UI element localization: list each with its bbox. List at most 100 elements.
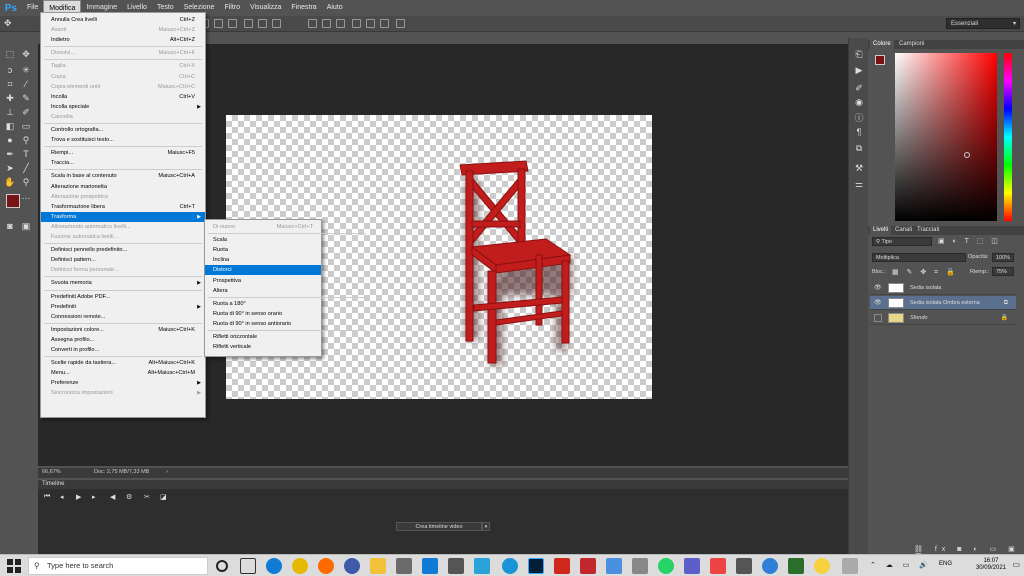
magic-wand-icon[interactable]: ✳ — [20, 64, 32, 76]
chevron-down-icon[interactable]: ▾ — [482, 522, 490, 531]
chrome-icon[interactable] — [292, 558, 308, 574]
menu-visualizza[interactable]: Visualizza — [245, 0, 286, 16]
menu-item[interactable]: Indietro Alt+Ctrl+Z — [41, 35, 205, 45]
chevron-right-icon[interactable]: › — [166, 469, 168, 475]
menu-item[interactable]: Predefiniti Adobe PDF... — [41, 292, 205, 302]
timeline-tab[interactable]: Timeline — [38, 480, 848, 489]
menu-item[interactable]: Scala in base al contenuto Maiusc+Ctrl+A — [41, 171, 205, 181]
skype-icon[interactable] — [502, 558, 518, 574]
app-icon[interactable] — [762, 558, 778, 574]
menu-item[interactable]: Trasformazione libera Ctrl+T — [41, 202, 205, 212]
hue-slider[interactable] — [1004, 53, 1012, 221]
layer-row[interactable]: 👁 Sedia isolata — [870, 281, 1016, 295]
color-picker-icon[interactable]: ✐ — [853, 82, 865, 94]
menu-item[interactable]: Altera — [205, 286, 321, 296]
type-tool-icon[interactable]: T — [20, 148, 32, 160]
settings-icon[interactable]: ⚙ — [126, 493, 132, 501]
crop-tool-icon[interactable]: ⌗ — [4, 78, 16, 90]
tool-presets-icon[interactable]: ⚒ — [853, 162, 865, 174]
menu-aiuto[interactable]: Aiuto — [322, 0, 348, 16]
blur-tool-icon[interactable]: ● — [4, 134, 16, 146]
menu-item[interactable]: Ruota di 90° in senso antiorario — [205, 319, 321, 329]
path-selection-icon[interactable]: ➤ — [4, 162, 16, 174]
healing-brush-icon[interactable]: ✚ — [4, 92, 16, 104]
foreground-color-swatch[interactable] — [875, 55, 885, 65]
menu-item[interactable]: Svuota memoria ▶ — [41, 278, 205, 288]
calculator-icon[interactable] — [606, 558, 622, 574]
acrobat-icon[interactable] — [554, 558, 570, 574]
eyedropper-icon[interactable]: ⁄ — [20, 78, 32, 90]
align-hcenter-icon[interactable] — [258, 19, 267, 28]
distribute-vcenter-icon[interactable] — [322, 19, 331, 28]
menu-item[interactable]: Trova e sostituisci testo... — [41, 135, 205, 145]
file-explorer-icon[interactable] — [370, 558, 386, 574]
line-tool-icon[interactable]: ╱ — [20, 162, 32, 174]
color-picker-handle[interactable] — [964, 152, 970, 158]
menu-item[interactable]: Scelte rapide da tastiera... Alt+Maiusc+C… — [41, 358, 205, 368]
layer-row[interactable]: Sfondo 🔒 — [870, 311, 1016, 325]
move-tool-icon[interactable]: ✥ — [20, 48, 32, 60]
menu-item[interactable]: Prospettiva — [205, 276, 321, 286]
app-icon[interactable] — [474, 558, 490, 574]
prev-frame-icon[interactable]: ◂ — [60, 493, 64, 501]
menu-item[interactable]: Rifletti verticale — [205, 342, 321, 352]
menu-item[interactable]: Ruota a 180° — [205, 299, 321, 309]
menu-item[interactable]: Controllo ortografia... — [41, 125, 205, 135]
firefox-icon[interactable] — [318, 558, 334, 574]
teams-icon[interactable] — [684, 558, 700, 574]
app-icon[interactable] — [344, 558, 360, 574]
create-video-timeline-button[interactable]: Crea timeline video — [396, 522, 482, 531]
auto-align-icon[interactable] — [396, 19, 405, 28]
eye-icon[interactable]: 👁 — [874, 281, 882, 295]
menu-item[interactable]: Incolla speciale ▶ — [41, 102, 205, 112]
next-frame-icon[interactable]: ▸ — [92, 493, 96, 501]
align-vcenter-icon[interactable] — [214, 19, 223, 28]
photoshop-taskbar-icon[interactable] — [528, 558, 544, 574]
app-icon[interactable] — [788, 558, 804, 574]
screen-mode-icon[interactable]: ▣ — [20, 220, 32, 232]
workspace-select[interactable]: Essenziali ▾ — [946, 18, 1020, 29]
menu-item[interactable]: Ruota di 90° in senso orario — [205, 309, 321, 319]
menu-item[interactable]: Annulla Crea livelli Ctrl+Z — [41, 15, 205, 25]
menu-finestra[interactable]: Finestra — [286, 0, 321, 16]
gradient-tool-icon[interactable]: ▭ — [20, 120, 32, 132]
mail-icon[interactable] — [422, 558, 438, 574]
menu-item[interactable]: Impostazioni colore... Maiusc+Ctrl+K — [41, 325, 205, 335]
language-indicator[interactable]: ENG — [939, 561, 952, 567]
app-icon[interactable] — [632, 558, 648, 574]
menu-item[interactable]: Predefiniti ▶ — [41, 302, 205, 312]
actions-play-icon[interactable]: ▶ — [853, 64, 865, 76]
distribute-right-icon[interactable] — [380, 19, 389, 28]
task-view-icon[interactable] — [240, 558, 256, 574]
align-left-icon[interactable] — [244, 19, 253, 28]
history-icon[interactable]: ⎗ — [853, 48, 865, 60]
menu-item[interactable]: Ruota — [205, 245, 321, 255]
menu-item[interactable]: Scala — [205, 235, 321, 245]
menu-item[interactable]: Menu... Alt+Maiusc+Ctrl+M — [41, 368, 205, 378]
distribute-top-icon[interactable] — [308, 19, 317, 28]
menu-item[interactable]: Trasforma ▶ — [41, 211, 205, 222]
cortana-icon[interactable] — [216, 560, 228, 572]
distribute-left-icon[interactable] — [352, 19, 361, 28]
app-icon[interactable] — [736, 558, 752, 574]
more-tools-icon[interactable]: … — [20, 190, 32, 202]
split-icon[interactable]: ✂ — [144, 493, 150, 501]
pen-tool-icon[interactable]: ✒ — [4, 148, 16, 160]
menu-item[interactable]: Definisci pennello predefinito... — [41, 245, 205, 255]
layer-row[interactable]: 👁 Sedia isolata Ombra esterna ⧉ — [870, 296, 1016, 310]
menu-item[interactable]: Riempi... Maiusc+F5 — [41, 148, 205, 158]
whatsapp-icon[interactable] — [658, 558, 674, 574]
app-icon[interactable] — [842, 558, 858, 574]
color-field[interactable] — [895, 53, 997, 221]
layer-filter-select[interactable]: ⚲ Tipo — [872, 237, 932, 246]
windows-start-icon[interactable] — [6, 558, 22, 574]
menu-item[interactable]: Connessioni remote... — [41, 312, 205, 322]
edge-icon[interactable] — [266, 558, 282, 574]
tab-canali[interactable]: Canali — [892, 226, 915, 235]
menu-item[interactable]: Distorci — [205, 265, 321, 276]
menu-item[interactable]: Incolla Ctrl+V — [41, 92, 205, 102]
app-icon[interactable] — [814, 558, 830, 574]
marquee-tool-icon[interactable]: ⬚ — [4, 48, 16, 60]
align-right-icon[interactable] — [272, 19, 281, 28]
zoom-level[interactable]: 66,67% — [42, 469, 61, 475]
